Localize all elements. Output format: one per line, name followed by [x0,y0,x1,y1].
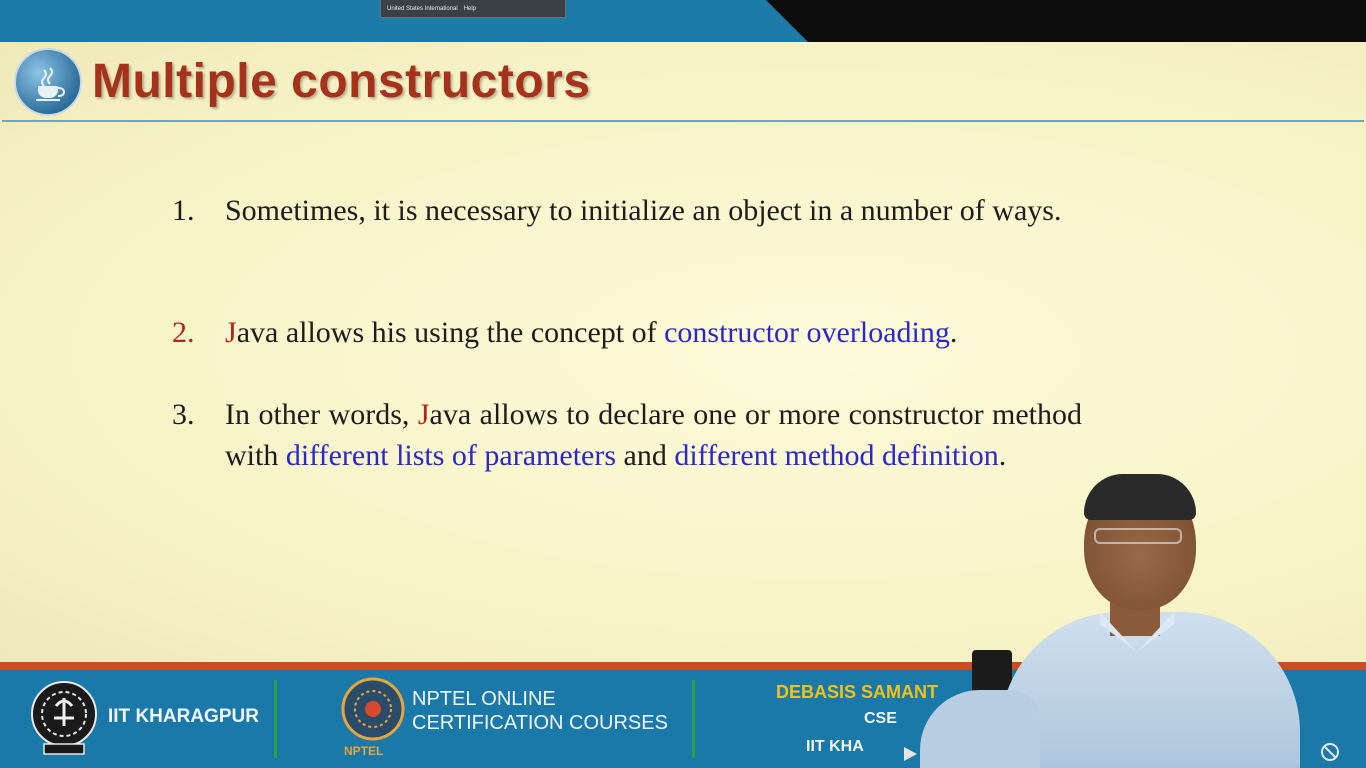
highlight-phrase: constructor overloading [664,316,950,349]
footer-divider [274,680,277,758]
list-text: Sometimes, it is necessary to initialize… [225,194,1062,227]
play-icon[interactable] [900,744,920,764]
text-fragment: . [998,439,1007,472]
institute-label: IIT KHARAGPUR [108,706,259,727]
footer-divider [692,680,695,758]
text-fragment: In other words, [225,398,418,431]
slide-title-bar: Multiple constructors [2,42,1364,122]
java-cup-icon [14,48,82,116]
iit-kharagpur-logo-icon [26,678,102,756]
list-item-3: 3. In other words, Java allows to declar… [172,394,1082,476]
nptel-title-line1: NPTEL ONLINE [412,688,556,710]
nptel-logo-icon [340,676,406,742]
list-item-1: 1. Sometimes, it is necessary to initial… [172,190,1082,231]
highlight-letter: J [225,316,237,349]
text-fragment: . [949,316,958,349]
text-fragment: and [616,439,675,472]
highlight-letter: J [417,398,430,431]
highlight-phrase: different lists of parameters [285,439,617,472]
list-text: In other words, Java allows to declare o… [225,394,1082,476]
list-number: 2. [172,316,195,349]
presenter-name: DEBASIS SAMANT [776,682,939,702]
help-label[interactable]: Help [464,6,476,12]
presenter-hair [1084,474,1196,520]
block-icon[interactable] [1320,742,1340,762]
text-fragment: ava allows his using the concept of [236,316,665,349]
nptel-title-line2: CERTIFICATION COURSES [412,712,668,734]
list-number: 1. [172,194,195,227]
presenter-institute: IIT KHA [806,738,864,755]
list-number: 3. [172,398,195,431]
top-bar-dark-region [766,0,1366,42]
highlight-phrase: different method definition [674,439,999,472]
language-bar[interactable]: United States International Help [380,0,566,18]
language-label[interactable]: United States International [387,6,458,12]
nptel-logo-label: NPTEL [344,744,384,758]
list-item-2: 2. Java allows his using the concept of … [172,312,1082,353]
presenter-dept: CSE [864,710,897,727]
slide-title: Multiple constructors [92,55,591,108]
presenter-glasses [1094,528,1182,544]
list-text: Java allows his using the concept of con… [225,312,1082,353]
